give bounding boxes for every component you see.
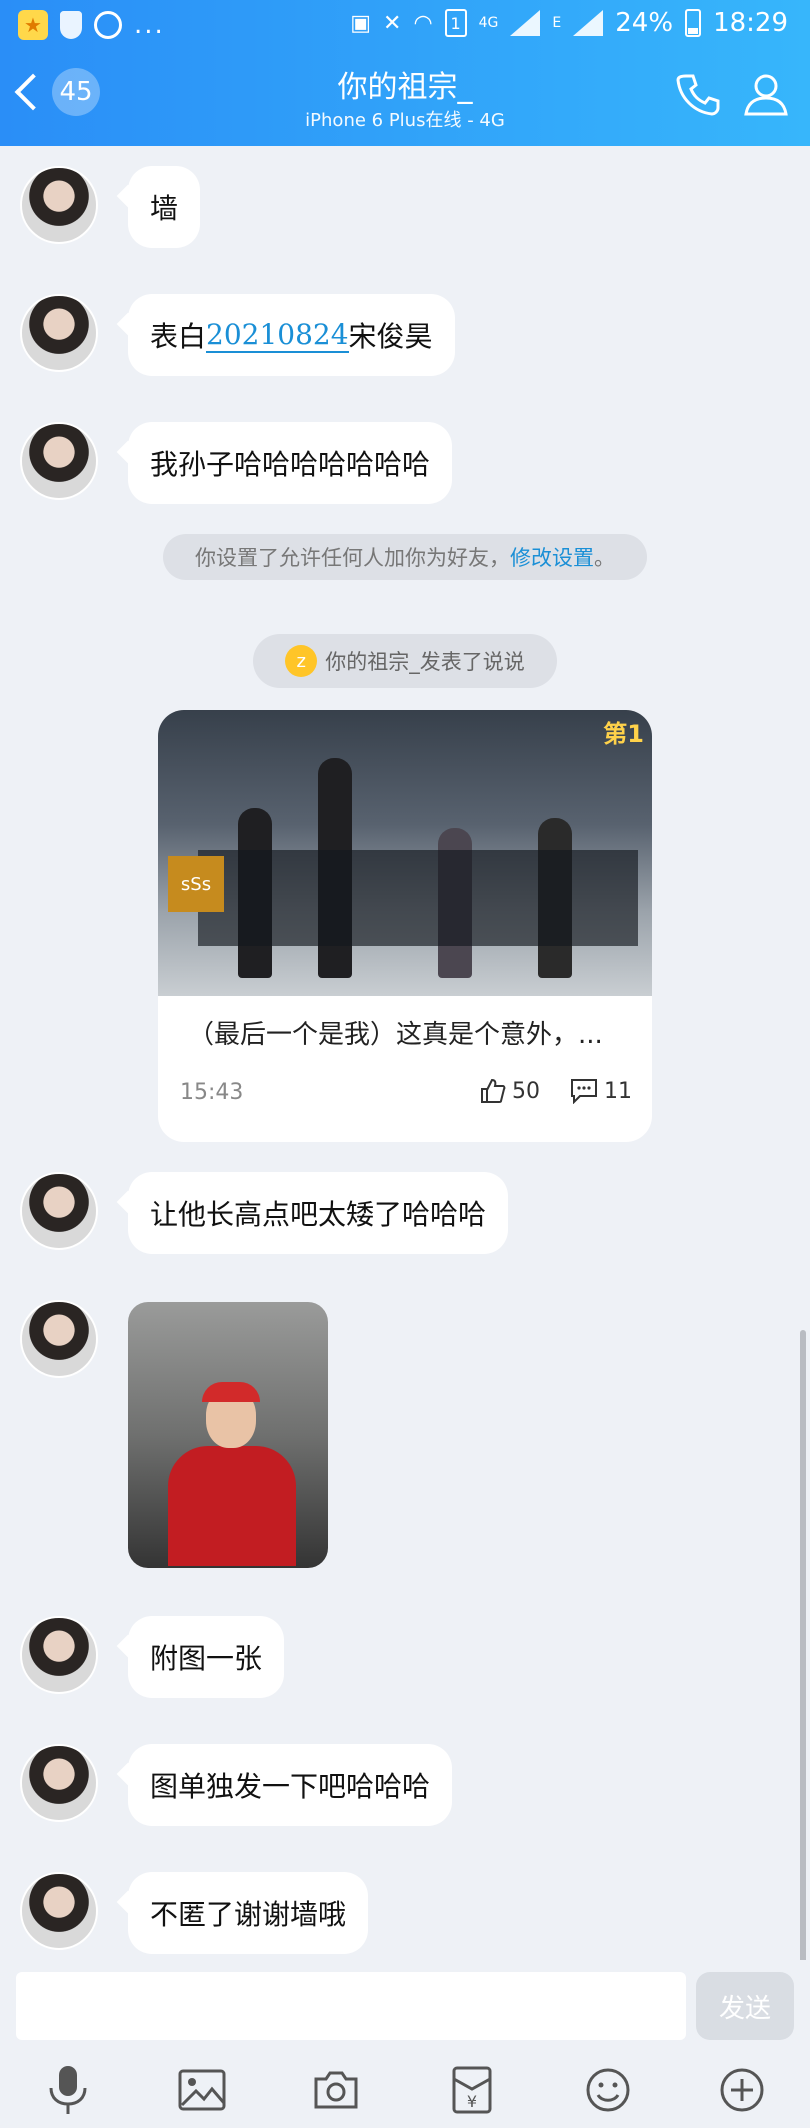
message-bubble[interactable]: 不匿了谢谢墙哦	[128, 1872, 369, 1954]
message-bubble[interactable]: 附图一张	[128, 1616, 285, 1698]
toolbar: ¥	[0, 2060, 810, 2128]
image-icon	[178, 2069, 226, 2111]
wifi-icon: ◠	[413, 10, 433, 36]
avatar[interactable]	[20, 1872, 98, 1950]
message-text: 附图一张	[150, 1642, 263, 1675]
signal-icon-2	[573, 10, 604, 36]
message-text: 表白	[150, 320, 207, 353]
message-text: 墙	[150, 192, 179, 225]
thumbs-up-icon	[481, 1078, 506, 1103]
message-text: 我孙子哈哈哈哈哈哈哈	[150, 448, 431, 481]
shared-post-card[interactable]: sSs 第1 （最后一个是我）这真是个意外，... 15:43 50 11	[158, 710, 652, 1142]
battery-saver-icon: ▣	[350, 10, 371, 36]
message-link[interactable]: 20210824	[206, 318, 349, 353]
message-input[interactable]	[16, 1972, 686, 2040]
sim-icon: 1	[444, 9, 467, 37]
status-left: ★ ...	[18, 10, 165, 40]
rank-label: 第1	[603, 720, 644, 748]
microphone-icon	[49, 2066, 87, 2114]
avatar[interactable]	[20, 422, 98, 500]
battery-percent: 24%	[615, 8, 674, 38]
avatar[interactable]	[20, 1300, 98, 1378]
post-title: （最后一个是我）这真是个意外，...	[188, 1020, 603, 1050]
photo-message[interactable]	[128, 1302, 328, 1568]
message-text: 让他长高点吧太矮了哈哈哈	[150, 1198, 487, 1231]
signal-icon	[510, 10, 541, 36]
message-bubble[interactable]: 我孙子哈哈哈哈哈哈哈	[128, 422, 453, 504]
post-image[interactable]: sSs 第1	[158, 710, 652, 996]
message-text: 图单独发一下吧哈哈哈	[150, 1770, 431, 1803]
clock: 18:29	[713, 8, 788, 38]
message-bubble[interactable]: 图单独发一下吧哈哈哈	[128, 1744, 453, 1826]
activity-tip[interactable]: z 你的祖宗_发表了说说	[253, 634, 557, 688]
message-bubble[interactable]: 墙	[128, 166, 201, 248]
input-bar: 发送 ¥	[0, 1960, 810, 2128]
red-packet-button[interactable]: ¥	[442, 2060, 502, 2120]
scrollbar[interactable]	[800, 1330, 806, 1970]
send-button[interactable]: 发送	[696, 1972, 794, 2040]
post-time: 15:43	[180, 1080, 244, 1105]
comment-button[interactable]: 11	[570, 1078, 632, 1104]
image-button[interactable]	[172, 2060, 232, 2120]
message-bubble[interactable]: 表白 20210824 宋俊昊	[128, 294, 455, 376]
top-bar: ★ ... ▣ ✕ ◠ 1 4G E 24% 18:29 45 你的祖宗_ iP…	[0, 0, 810, 146]
camera-icon	[314, 2071, 358, 2109]
system-tip-end: 。	[594, 546, 615, 570]
avatar[interactable]	[20, 294, 98, 372]
emoji-button[interactable]	[578, 2060, 638, 2120]
qzone-star-icon: z	[285, 645, 318, 677]
comment-count: 11	[604, 1078, 632, 1104]
cap	[202, 1382, 260, 1402]
avatar[interactable]	[20, 1172, 98, 1250]
status-bar: ★ ... ▣ ✕ ◠ 1 4G E 24% 18:29	[0, 0, 810, 50]
network-type: 4G	[478, 15, 499, 31]
message-bubble[interactable]: 让他长高点吧太矮了哈哈哈	[128, 1172, 509, 1254]
planet-icon	[94, 11, 122, 39]
call-button[interactable]	[674, 70, 722, 118]
shield-icon	[60, 11, 82, 39]
mute-icon: ✕	[383, 10, 402, 36]
message-text: 不匿了谢谢墙哦	[150, 1898, 347, 1931]
scoreboard	[198, 850, 638, 946]
avatar[interactable]	[20, 1616, 98, 1694]
like-count: 50	[512, 1078, 540, 1104]
status-right: ▣ ✕ ◠ 1 4G E 24% 18:29	[350, 8, 788, 38]
avatar[interactable]	[20, 1744, 98, 1822]
profile-icon	[744, 74, 788, 116]
red-packet-icon: ¥	[452, 2066, 492, 2114]
grade-badge: sSs	[168, 856, 224, 912]
camera-button[interactable]	[306, 2060, 366, 2120]
more-notifications: ...	[134, 10, 165, 40]
emoji-icon	[586, 2068, 630, 2112]
jacket	[168, 1446, 296, 1566]
message-text: 宋俊昊	[348, 320, 433, 353]
more-button[interactable]	[712, 2060, 772, 2120]
photo-subject	[158, 1382, 298, 1568]
phone-icon	[676, 74, 720, 116]
app-notification-icon: ★	[18, 10, 48, 40]
like-button[interactable]: 50	[480, 1078, 540, 1104]
system-tip-text: 你设置了允许任何人加你为好友，	[195, 546, 510, 570]
activity-tip-text: 你的祖宗_发表了说说	[325, 650, 525, 674]
svg-text:¥: ¥	[467, 2092, 477, 2111]
modify-settings-link[interactable]: 修改设置	[510, 542, 594, 572]
battery-icon	[685, 9, 702, 37]
voice-button[interactable]	[38, 2060, 98, 2120]
data-type: E	[552, 15, 562, 31]
avatar[interactable]	[20, 166, 98, 244]
chat-header: 45 你的祖宗_ iPhone 6 Plus在线 - 4G	[0, 50, 810, 146]
profile-button[interactable]	[742, 70, 790, 118]
system-tip: 你设置了允许任何人加你为好友， 修改设置 。	[163, 534, 647, 580]
plus-icon	[720, 2068, 764, 2112]
comment-icon	[571, 1079, 597, 1104]
